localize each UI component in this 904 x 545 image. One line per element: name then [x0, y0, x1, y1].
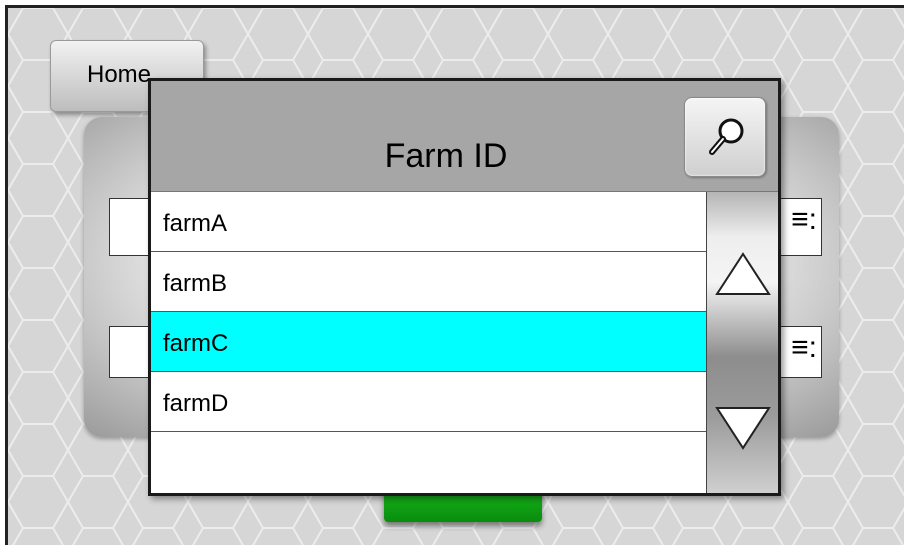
farm-list: farmA farmB farmC farmD	[151, 192, 706, 493]
list-item-label: farmA	[163, 210, 228, 237]
magnifier-icon	[709, 118, 744, 155]
dialog-header: Farm ID	[151, 81, 778, 192]
search-button[interactable]	[684, 97, 766, 177]
scrollbar[interactable]	[706, 192, 778, 493]
list-item[interactable]: farmD	[151, 372, 706, 432]
list-item-label: farmC	[163, 330, 229, 357]
app-screen: Home ≡: ≡: Farm ID farmA farmB farmC far…	[5, 5, 904, 545]
list-item-selected[interactable]: farmC	[151, 312, 706, 372]
dialog-title: Farm ID	[384, 137, 508, 175]
scroll-down-button[interactable]	[713, 402, 773, 452]
scroll-up-button[interactable]	[713, 250, 773, 300]
list-item-label: farmD	[163, 390, 229, 417]
home-button-label: Home	[87, 61, 152, 88]
triangle-down-icon	[715, 407, 771, 450]
list-item[interactable]: farmA	[151, 192, 706, 252]
list-lines-icon: ≡:	[791, 203, 817, 236]
list-item[interactable]	[151, 432, 706, 492]
farm-id-dialog: Farm ID farmA farmB farmC farmD	[148, 78, 781, 496]
list-lines-icon: ≡:	[791, 331, 817, 364]
list-item-label: farmB	[163, 270, 228, 297]
triangle-up-icon	[715, 252, 771, 295]
list-item[interactable]: farmB	[151, 252, 706, 312]
